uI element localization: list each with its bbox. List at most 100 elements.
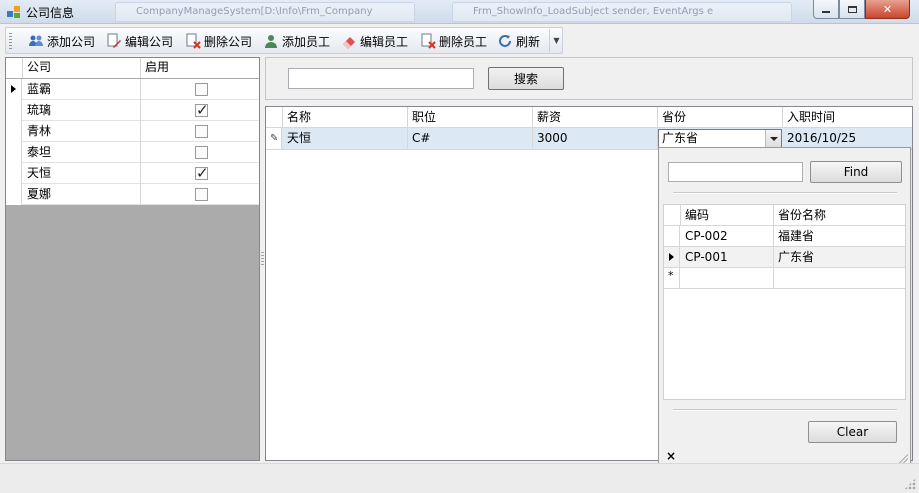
minimize-button[interactable] xyxy=(813,0,839,19)
close-button[interactable]: ✕ xyxy=(865,0,910,19)
company-grid[interactable]: 公司 启用 蓝霸琉璃青林泰坦天恒夏娜 xyxy=(5,57,260,461)
window-title: 公司信息 xyxy=(26,6,75,20)
row-header[interactable]: * xyxy=(664,268,680,289)
column-header-province[interactable]: 省份 xyxy=(658,107,783,128)
current-row-arrow-icon xyxy=(11,85,16,93)
row-header[interactable] xyxy=(664,247,680,268)
table-row[interactable]: 琉璃 xyxy=(6,100,259,121)
delete-document-icon xyxy=(420,33,436,49)
cell-enabled xyxy=(141,163,259,184)
cell-salary[interactable]: 3000 xyxy=(533,128,658,149)
app-icon xyxy=(6,4,22,20)
row-header[interactable] xyxy=(6,142,22,163)
edit-employee-button[interactable]: 编辑员工 xyxy=(341,31,408,51)
clear-button[interactable]: Clear xyxy=(808,421,897,443)
maximize-button[interactable] xyxy=(839,0,865,19)
cell-enabled xyxy=(141,142,259,163)
enabled-checkbox[interactable] xyxy=(195,100,209,120)
cell-position[interactable]: C# xyxy=(408,128,533,149)
splitter-handle[interactable] xyxy=(261,252,264,265)
table-row[interactable]: CP-001 广东省 xyxy=(664,247,905,268)
cell-hire-date[interactable]: 2016/10/25 xyxy=(783,128,912,149)
delete-document-icon xyxy=(185,33,201,49)
search-button[interactable]: 搜索 xyxy=(488,67,564,90)
chevron-down-icon: ▼ xyxy=(553,36,560,45)
row-header[interactable] xyxy=(664,226,680,247)
dropdown-arrow-icon[interactable] xyxy=(765,130,781,147)
column-header-province-name[interactable]: 省份名称 xyxy=(774,205,905,226)
divider xyxy=(673,409,897,411)
delete-employee-button[interactable]: 删除员工 xyxy=(420,31,487,51)
refresh-label: 刷新 xyxy=(516,34,541,49)
cell-company-name[interactable]: 泰坦 xyxy=(23,142,141,163)
add-company-button[interactable]: 添加公司 xyxy=(28,31,95,51)
province-grid-header: 编码 省份名称 xyxy=(664,205,905,226)
province-grid[interactable]: 编码 省份名称 CP-002 福建省 CP-001 广东省 * xyxy=(663,204,906,400)
enabled-checkbox[interactable] xyxy=(195,163,209,183)
enabled-checkbox[interactable] xyxy=(195,146,208,159)
find-button[interactable]: Find xyxy=(810,161,902,183)
add-employee-button[interactable]: 添加员工 xyxy=(263,31,330,51)
cell-company-name[interactable]: 琉璃 xyxy=(23,100,141,121)
enabled-checkbox[interactable] xyxy=(195,125,208,138)
cell-company-name[interactable]: 蓝霸 xyxy=(23,79,141,100)
new-row[interactable]: * xyxy=(664,268,905,289)
cell-code[interactable] xyxy=(681,268,774,289)
cell-company-name[interactable]: 天恒 xyxy=(23,163,141,184)
cell-name[interactable]: 天恒 xyxy=(283,128,408,149)
column-header-hire-date[interactable]: 入职时间 xyxy=(783,107,912,128)
add-company-label: 添加公司 xyxy=(47,34,96,49)
divider xyxy=(673,192,897,194)
background-tab: CompanyManageSystem[D:\Info\Frm_Company xyxy=(115,2,415,22)
cell-code[interactable]: CP-001 xyxy=(681,247,774,268)
row-header[interactable] xyxy=(6,100,22,121)
add-employee-label: 添加员工 xyxy=(282,34,331,49)
column-header-name[interactable]: 名称 xyxy=(283,107,408,128)
cell-company-name[interactable]: 夏娜 xyxy=(23,184,141,205)
search-input[interactable] xyxy=(288,68,474,89)
table-row[interactable]: CP-002 福建省 xyxy=(664,226,905,247)
cell-province-name[interactable]: 福建省 xyxy=(774,226,905,247)
enabled-checkbox[interactable] xyxy=(195,188,208,201)
resize-grip-icon[interactable] xyxy=(904,478,916,490)
popup-filter-input[interactable] xyxy=(668,162,803,182)
delete-company-button[interactable]: 删除公司 xyxy=(185,31,252,51)
column-header-enabled[interactable]: 启用 xyxy=(141,58,259,78)
column-header-salary[interactable]: 薪资 xyxy=(533,107,658,128)
row-header[interactable] xyxy=(6,184,22,205)
row-header[interactable] xyxy=(6,163,22,184)
cell-province-name[interactable]: 广东省 xyxy=(774,247,905,268)
toolbar-overflow-button[interactable]: ▼ xyxy=(549,29,563,52)
table-row[interactable]: 泰坦 xyxy=(6,142,259,163)
table-row[interactable]: 蓝霸 xyxy=(6,79,259,100)
province-combo-value: 广东省 xyxy=(662,131,699,145)
row-header[interactable] xyxy=(6,121,22,142)
eraser-icon xyxy=(341,33,357,49)
edit-employee-label: 编辑员工 xyxy=(360,34,409,49)
toolbar: 添加公司 编辑公司 删除公司 添加员工 编辑员工 删除员工 刷新 ▼ xyxy=(5,27,563,54)
edit-company-button[interactable]: 编辑公司 xyxy=(106,31,173,51)
toolbar-grip[interactable] xyxy=(9,33,12,49)
search-panel: 搜索 xyxy=(265,57,913,100)
refresh-button[interactable]: 刷新 xyxy=(497,31,540,51)
row-header[interactable]: ✎ xyxy=(266,128,282,149)
column-header-code[interactable]: 编码 xyxy=(681,205,774,226)
close-icon[interactable]: × xyxy=(666,449,676,463)
cell-company-name[interactable]: 青林 xyxy=(23,121,141,142)
employee-grid-header: 名称 职位 薪资 省份 入职时间 xyxy=(266,107,912,128)
table-row[interactable]: 天恒 xyxy=(6,163,259,184)
row-header-corner xyxy=(6,58,23,78)
table-row[interactable]: 青林 xyxy=(6,121,259,142)
row-header[interactable] xyxy=(6,79,22,100)
cell-province-name[interactable] xyxy=(774,268,905,289)
table-row[interactable]: 夏娜 xyxy=(6,184,259,205)
province-lookup-popup: Find 编码 省份名称 CP-002 福建省 CP-001 广东省 * Cle… xyxy=(658,147,911,467)
province-combo[interactable]: 广东省 xyxy=(658,129,782,148)
cell-code[interactable]: CP-002 xyxy=(681,226,774,247)
column-header-company[interactable]: 公司 xyxy=(23,58,141,78)
column-header-position[interactable]: 职位 xyxy=(408,107,533,128)
enabled-checkbox[interactable] xyxy=(195,83,208,96)
cell-enabled xyxy=(141,184,259,205)
company-grid-header: 公司 启用 xyxy=(6,58,259,78)
cell-enabled xyxy=(141,100,259,121)
